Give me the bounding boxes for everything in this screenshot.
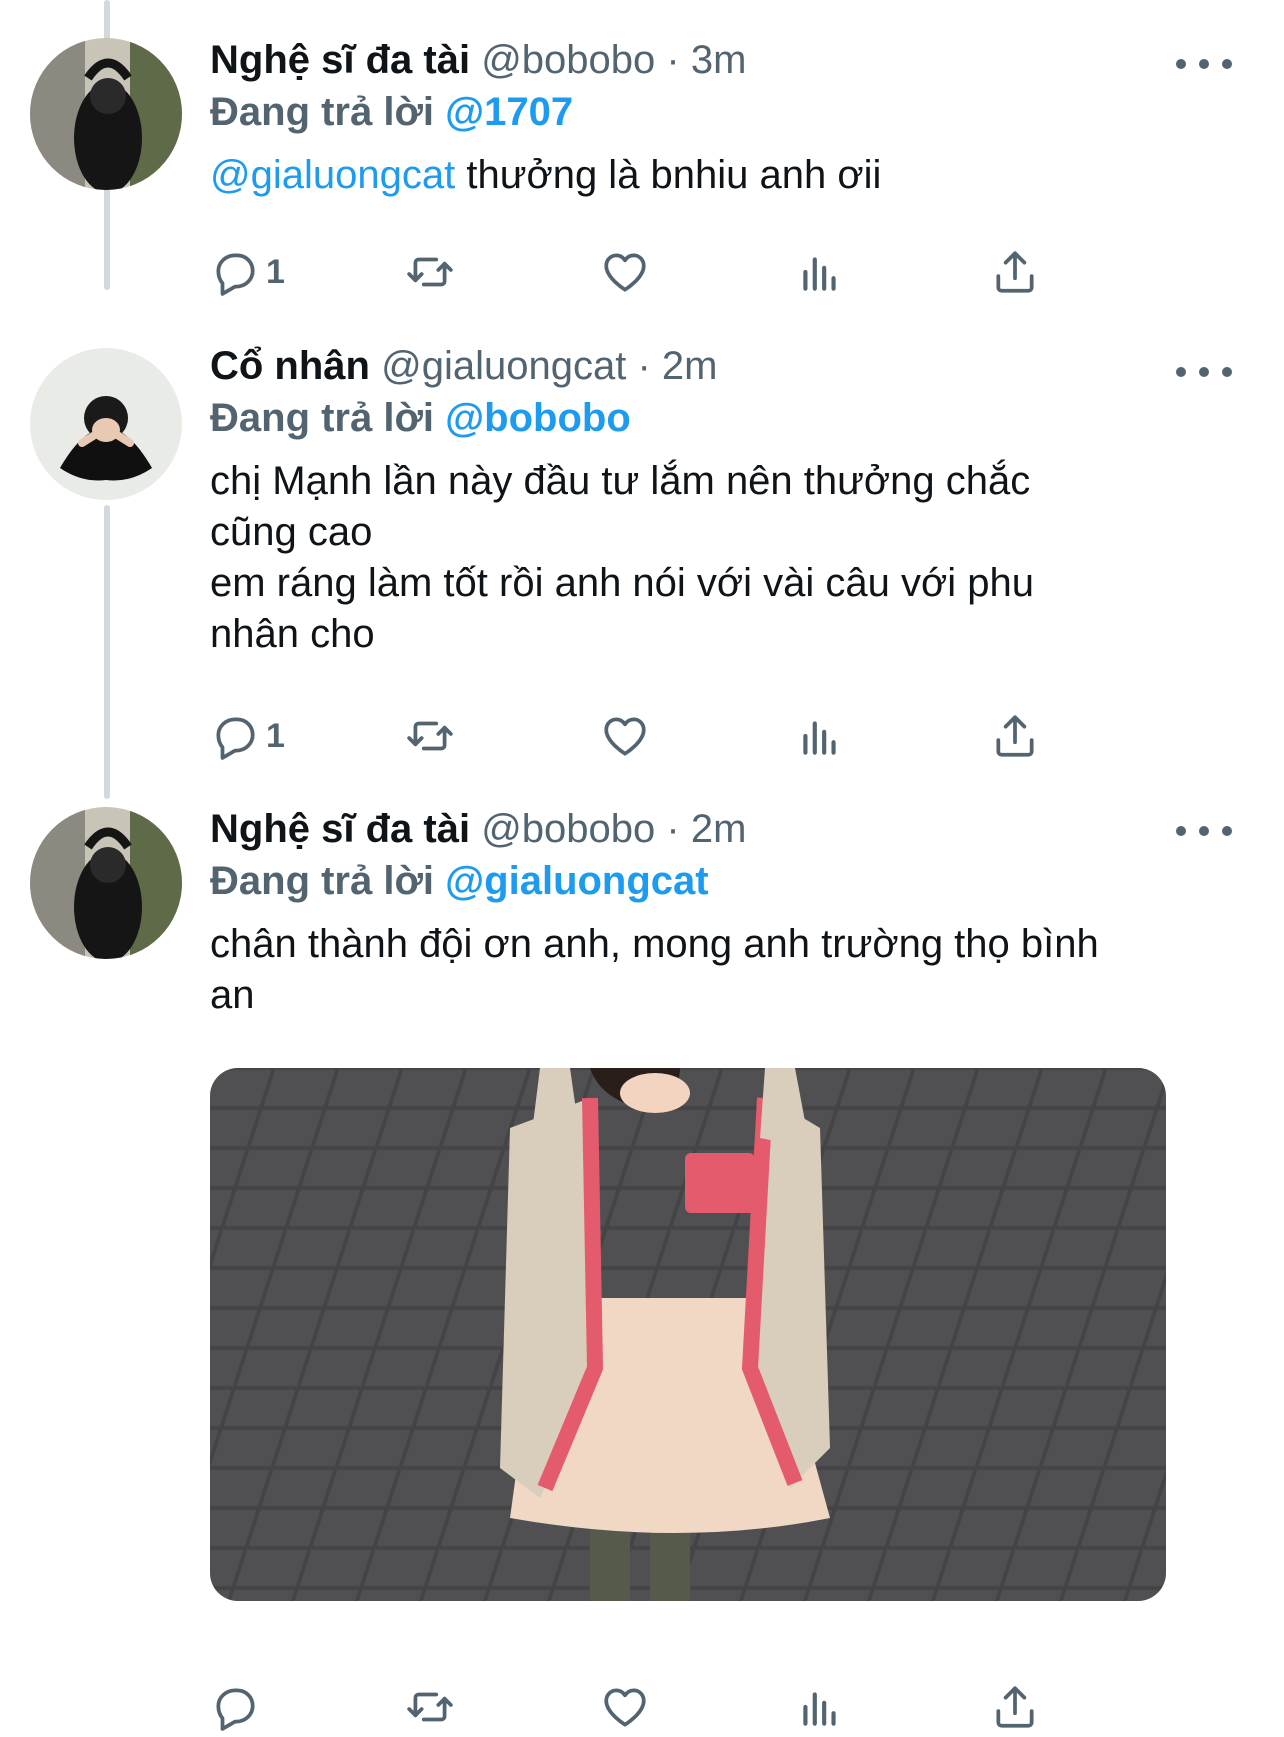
avatar[interactable]	[30, 348, 182, 500]
replying-label: Đang trả lời	[210, 90, 435, 134]
views-icon	[803, 257, 836, 291]
share-icon	[996, 715, 1034, 757]
replying-label: Đang trả lời	[210, 859, 435, 903]
more-icon[interactable]	[1176, 811, 1232, 851]
profile-photo-icon	[30, 38, 182, 190]
like-icon	[604, 253, 646, 292]
replying-mention[interactable]: @bobobo	[445, 396, 631, 440]
profile-photo-icon	[30, 348, 182, 500]
like-button[interactable]	[600, 242, 650, 302]
reply-icon	[216, 253, 255, 296]
display-name[interactable]: Nghệ sĩ đa tài	[210, 38, 470, 82]
timestamp[interactable]: 2m	[691, 807, 747, 851]
views-button[interactable]	[795, 242, 845, 302]
tweet-header: Cổ nhân @gialuongcat · 2m	[210, 340, 1224, 392]
reply-icon	[216, 717, 255, 760]
share-button[interactable]	[990, 1677, 1040, 1737]
separator-dot: ·	[637, 344, 651, 388]
replying-label: Đang trả lời	[210, 396, 435, 440]
views-icon	[803, 721, 836, 755]
reply-count: 1	[266, 716, 285, 755]
user-handle[interactable]: @gialuongcat	[381, 344, 626, 388]
reply-icon	[216, 1688, 255, 1731]
timestamp[interactable]: 3m	[691, 38, 747, 82]
like-button[interactable]	[600, 706, 650, 766]
retweet-icon	[407, 257, 453, 287]
like-button[interactable]	[600, 1677, 650, 1737]
views-button[interactable]	[795, 706, 845, 766]
reply-button[interactable]: 1	[210, 706, 285, 766]
more-icon[interactable]	[1176, 44, 1232, 84]
tweet[interactable]: Nghệ sĩ đa tài @bobobo · 3m Đang trả lời…	[0, 0, 1284, 310]
share-button[interactable]	[990, 706, 1040, 766]
tweet-text-content: thưởng là bnhiu anh ơii	[455, 153, 882, 197]
replying-to: Đang trả lời @bobobo	[210, 392, 1224, 444]
separator-dot: ·	[666, 807, 680, 851]
separator-dot: ·	[666, 38, 680, 82]
tweet[interactable]: Nghệ sĩ đa tài @bobobo · 2m Đang trả lời…	[0, 772, 1284, 1731]
reply-count: 1	[266, 252, 285, 291]
retweet-button[interactable]	[405, 706, 455, 766]
tweet-actions	[210, 1677, 1130, 1737]
display-name[interactable]: Nghệ sĩ đa tài	[210, 807, 470, 851]
replying-to: Đang trả lời @1707	[210, 86, 1224, 138]
photo-icon	[210, 1068, 1166, 1601]
retweet-button[interactable]	[405, 242, 455, 302]
replying-mention[interactable]: @1707	[445, 90, 573, 134]
like-icon	[604, 1688, 646, 1727]
avatar[interactable]	[30, 38, 182, 190]
tweet-text: @gialuongcat thưởng là bnhiu anh ơii	[210, 150, 1224, 201]
tweet-text: chị Mạnh lần này đầu tư lắm nên thưởng c…	[210, 459, 1034, 656]
tweet-actions: 1	[210, 242, 1130, 302]
share-button[interactable]	[990, 242, 1040, 302]
timestamp[interactable]: 2m	[662, 344, 718, 388]
tweet-text: chân thành đội ơn anh, mong anh trường t…	[210, 922, 1099, 1017]
more-icon[interactable]	[1176, 352, 1232, 392]
share-icon	[996, 251, 1034, 293]
tweet-actions: 1	[210, 706, 1130, 766]
retweet-icon	[407, 721, 453, 751]
views-button[interactable]	[795, 1677, 845, 1737]
reply-button[interactable]: 1	[210, 242, 285, 302]
user-handle[interactable]: @bobobo	[481, 38, 655, 82]
tweet[interactable]: Cổ nhân @gialuongcat · 2m Đang trả lời @…	[0, 310, 1284, 780]
retweet-button[interactable]	[405, 1677, 455, 1737]
replying-to: Đang trả lời @gialuongcat	[210, 855, 1224, 907]
user-handle[interactable]: @bobobo	[481, 807, 655, 851]
retweet-icon	[407, 1692, 453, 1722]
like-icon	[604, 717, 646, 756]
display-name[interactable]: Cổ nhân	[210, 344, 370, 388]
tweet-header: Nghệ sĩ đa tài @bobobo · 2m	[210, 803, 1224, 855]
replying-mention[interactable]: @gialuongcat	[445, 859, 708, 903]
avatar[interactable]	[30, 807, 182, 959]
share-icon	[996, 1686, 1034, 1728]
reply-button[interactable]	[210, 1677, 260, 1737]
profile-photo-icon	[30, 807, 182, 959]
views-icon	[803, 1692, 836, 1726]
tweet-media[interactable]	[210, 1068, 1166, 1601]
text-mention[interactable]: @gialuongcat	[210, 153, 455, 197]
tweet-header: Nghệ sĩ đa tài @bobobo · 3m	[210, 34, 1224, 86]
